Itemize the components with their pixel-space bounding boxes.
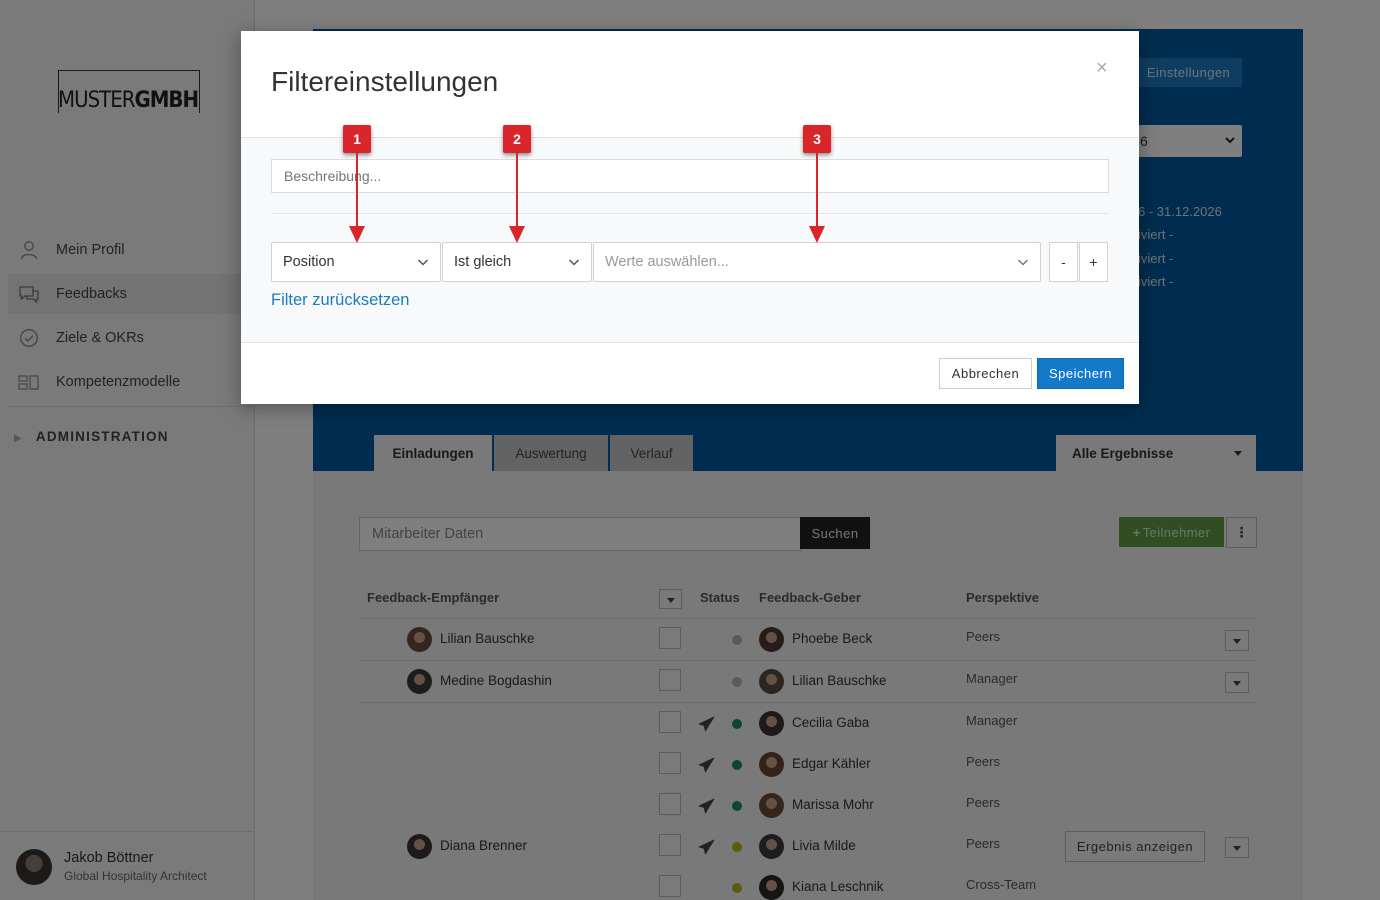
save-button[interactable]: Speichern — [1037, 358, 1124, 389]
filter-operator-select[interactable]: Ist gleich — [442, 242, 592, 282]
modal-body: Position Ist gleich Werte auswählen... -… — [241, 137, 1139, 343]
filter-operator-value: Ist gleich — [454, 254, 512, 270]
add-filter-button[interactable]: + — [1079, 242, 1108, 282]
close-icon[interactable]: × — [1096, 58, 1108, 78]
annotation-marker-1: 1 — [343, 125, 371, 153]
filter-field-value: Position — [283, 254, 335, 270]
annotation-arrow-1 — [356, 153, 358, 227]
annotation-arrow-2 — [516, 153, 518, 227]
chevron-down-icon — [417, 259, 429, 266]
chevron-down-icon — [1017, 259, 1029, 266]
description-input[interactable] — [271, 159, 1109, 193]
arrowhead-icon — [509, 226, 525, 243]
arrowhead-icon — [809, 226, 825, 243]
annotation-arrow-3 — [816, 153, 818, 227]
filter-settings-modal: Filtereinstellungen × Position Ist gleic… — [241, 31, 1139, 404]
filter-field-select[interactable]: Position — [271, 242, 441, 282]
filter-values-select[interactable]: Werte auswählen... — [593, 242, 1041, 282]
cancel-button[interactable]: Abbrechen — [939, 358, 1032, 389]
modal-title: Filtereinstellungen — [271, 66, 499, 97]
annotation-marker-2: 2 — [503, 125, 531, 153]
modal-divider — [271, 213, 1109, 214]
remove-filter-button[interactable]: - — [1049, 242, 1078, 282]
arrowhead-icon — [349, 226, 365, 243]
filter-values-placeholder: Werte auswählen... — [605, 254, 729, 270]
chevron-down-icon — [568, 259, 580, 266]
annotation-marker-3: 3 — [803, 125, 831, 153]
reset-filter-link[interactable]: Filter zurücksetzen — [271, 291, 409, 310]
